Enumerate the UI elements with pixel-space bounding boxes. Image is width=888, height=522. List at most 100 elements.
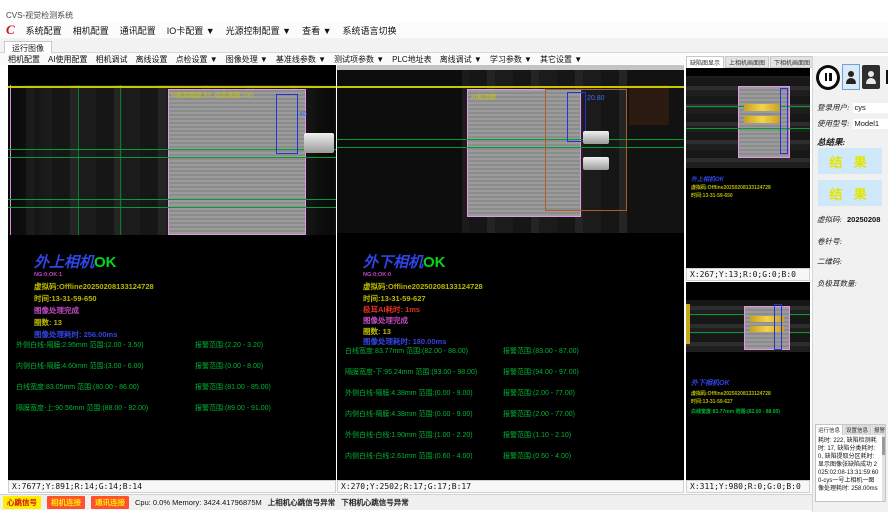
user-icon (845, 71, 857, 84)
tool-test-params[interactable]: 测试项参数 ▼ (334, 54, 384, 65)
measurement-alarm-range: 报警范围:(0.00 - 8.00) (195, 361, 263, 371)
tool-camera-debug[interactable]: 相机调试 (96, 54, 128, 65)
ai-time-text: 极耳AI耗时: 1ms (363, 304, 420, 315)
camera-thumbnail-image (686, 300, 810, 352)
login-user-button[interactable] (842, 64, 860, 90)
measure-line-h (8, 199, 336, 200)
camera-thumbnail-panel[interactable]: 外下相机OK 虚拟码:Offline20250208133124728 时间:1… (686, 282, 810, 480)
tab-defect-image[interactable]: 缺陷图显示 (686, 56, 724, 68)
tool-other-settings[interactable]: 其它设置 ▼ (540, 54, 582, 65)
model-label: 使用型号: (817, 118, 850, 129)
cpu-memory-text: Cpu: 0.0% Memory: 3424.41796875M (135, 498, 262, 507)
tool-spot-check[interactable]: 点检设置 ▼ (176, 54, 218, 65)
menu-comm-config[interactable]: 通讯配置 (120, 24, 156, 37)
roi-box-orange (545, 89, 627, 211)
tool-learn-params[interactable]: 学习参数 ▼ (490, 54, 532, 65)
menu-io-config[interactable]: IO卡配置 ▼ (167, 24, 215, 37)
virtual-code-row: 虚拟码: 20250208 (817, 214, 882, 225)
process-done-text: 图像处理完成 (363, 315, 408, 326)
control-panel: 登录用户: cys 使用型号: Model1 总结果: 结 果 结 果 虚拟码:… (812, 56, 888, 512)
tool-offline-setting[interactable]: 离线设置 (136, 54, 168, 65)
user-icon (865, 71, 877, 84)
tool-camera-config[interactable]: 相机配置 (8, 54, 40, 65)
tool-image-process[interactable]: 图像处理 ▼ (226, 54, 268, 65)
log-scrollbar[interactable] (882, 435, 885, 501)
menu-camera-config[interactable]: 相机配置 (73, 24, 109, 37)
measurement-value: 隔膜宽度-上:90.56mm 范围:(88.00 - 92.00) (16, 405, 148, 412)
menu-light-config[interactable]: 光源控制配置 ▼ (226, 24, 291, 37)
tool-plc-address[interactable]: PLC地址表 (392, 54, 432, 65)
login-user-row: 登录用户: cys (817, 102, 888, 113)
model-value[interactable]: Model1 (853, 119, 888, 129)
login-user-value[interactable]: cys (853, 103, 888, 113)
tabstrip: 运行图像 (0, 38, 888, 53)
measurement-value: 外侧白线-隔膜:2.95mm 范围:(2.00 - 3.50) (16, 342, 144, 349)
menu-language-switch[interactable]: 系统语言切换 (342, 24, 396, 37)
ai-box-overlay-text: AI检测框 (471, 91, 497, 101)
total-result-label: 总结果: (817, 136, 845, 148)
total-result-row: 总结果: (817, 136, 845, 148)
tool-baseline-params[interactable]: 基准线参数 ▼ (276, 54, 326, 65)
measurement-value: 白线宽度:83.77mm 范围:(82.00 - 88.00) (345, 348, 468, 355)
ng-ok-counter: NG:0;OK:0 (363, 272, 391, 278)
heartbeat-badge: 心跳信号 (3, 496, 41, 509)
measure-line-h (686, 128, 810, 129)
measurement-value: 内侧白线-白线:2.61mm 范围:(0.60 - 4.00) (345, 453, 473, 460)
status-bar: 心跳信号 相机连接 通讯连接 Cpu: 0.0% Memory: 3424.41… (0, 494, 812, 510)
measurement-value: 外侧白线-白线:1.90mm 范围:(1.00 - 2.20) (345, 432, 473, 439)
camera-title: 外下相机OK (363, 251, 446, 272)
tab-upper-camera-view[interactable]: 上相机画面图 (725, 56, 769, 68)
menu-view[interactable]: 查看 ▼ (302, 24, 331, 37)
tab-alarm-info[interactable]: 报警信息 (872, 425, 886, 435)
tab-run-info[interactable]: 运行信息 (816, 425, 843, 435)
control-buttons (816, 64, 888, 90)
operator-button[interactable] (862, 65, 880, 89)
thumb-log-line: 时间:13-31-59-627 (691, 398, 733, 405)
process-time-text: 图像处理耗时: 256.00ms (34, 329, 117, 340)
tab-settings-info[interactable]: 设置信息 (844, 425, 871, 435)
defect-highlight (744, 116, 780, 123)
info-tabs: 运行信息 设置信息 报警信息 (816, 425, 885, 435)
roi-box-blue (774, 304, 782, 350)
exit-button[interactable] (882, 64, 888, 90)
thumb-log-line: 时间:13-31-59-650 (691, 192, 733, 199)
tool-ai-use-config[interactable]: AI使用配置 (48, 54, 88, 65)
qr-code-row: 二维码: (817, 256, 849, 267)
upper-camera-warning: 上相机心跳信号异常 (268, 497, 336, 508)
defect-thumbnail-panel[interactable]: 外上相机OK 虚拟码:Offline20250208133124728 时间:1… (686, 68, 810, 268)
result-box-upper: 结 果 (818, 148, 882, 174)
edge-line (10, 85, 11, 235)
menubar: C 系统配置 相机配置 通讯配置 IO卡配置 ▼ 光源控制配置 ▼ 查看 ▼ 系… (0, 22, 888, 38)
model-row: 使用型号: Model1 (817, 118, 888, 129)
turns-text: 圈数: 13 (34, 317, 62, 328)
threshold-overlay-text: N极耳阈值:93, 动态阈值:100 (171, 89, 253, 99)
time-text: 时间:13-31-59-627 (363, 293, 426, 304)
lower-camera-warning: 下相机心跳信号异常 (341, 497, 409, 508)
upper-camera-coords: X:7677;Y:891;R:14;G:14;B:14 (8, 480, 336, 493)
measurement-row: 内侧白线-隔膜:4.60mm 范围:(3.00 - 6.00) 报警范围:(0.… (16, 361, 336, 371)
measurement-row: 白线宽度:83.05mm 范围:(80.00 - 86.00) 报警范围:(81… (16, 382, 336, 392)
measurement-alarm-range: 报警范围:(0.60 - 4.00) (503, 451, 571, 461)
measurement-row: 隔膜宽度-上:90.56mm 范围:(88.00 - 92.00) 报警范围:(… (16, 403, 336, 413)
tool-offline-debug[interactable]: 离线调试 ▼ (440, 54, 482, 65)
virtual-code-value: 20250208 (845, 215, 882, 225)
lower-camera-panel: 20.80 AI检测框 外下相机OK NG:0;OK:0 虚拟码:Offline… (337, 65, 684, 480)
lower-camera-coords: X:270;Y:2502;R:17;G:17;B:17 (337, 480, 684, 493)
menu-system-config[interactable]: 系统配置 (26, 24, 62, 37)
lower-camera-image[interactable]: 20.80 AI检测框 (337, 65, 684, 233)
measurement-alarm-range: 报警范围:(83.00 - 87.00) (503, 346, 579, 356)
toolbar: 相机配置 AI使用配置 相机调试 离线设置 点检设置 ▼ 图像处理 ▼ 基准线参… (0, 53, 688, 65)
measure-line-h (337, 147, 684, 148)
result-text: 结 果 (829, 184, 870, 203)
electrode-tab (583, 131, 609, 144)
upper-camera-image[interactable]: 46 N极耳阈值:93, 动态阈值:100 (8, 85, 336, 235)
tab-lower-camera-view[interactable]: 下相机画面图 (770, 56, 814, 68)
thumb-camera-title: 外下相机OK (691, 378, 730, 388)
measurement-row: 隔膜宽度-下:95.24mm 范围:(93.00 - 98.00) 报警范围:(… (345, 367, 675, 377)
roi-box-blue (780, 88, 788, 154)
measure-line-v (78, 85, 79, 235)
measurement-row: 内侧白线-白线:2.61mm 范围:(0.60 - 4.00) 报警范围:(0.… (345, 451, 675, 461)
qr-code-label: 二维码: (817, 256, 842, 267)
login-user-label: 登录用户: (817, 102, 850, 113)
pause-button[interactable] (816, 64, 840, 90)
